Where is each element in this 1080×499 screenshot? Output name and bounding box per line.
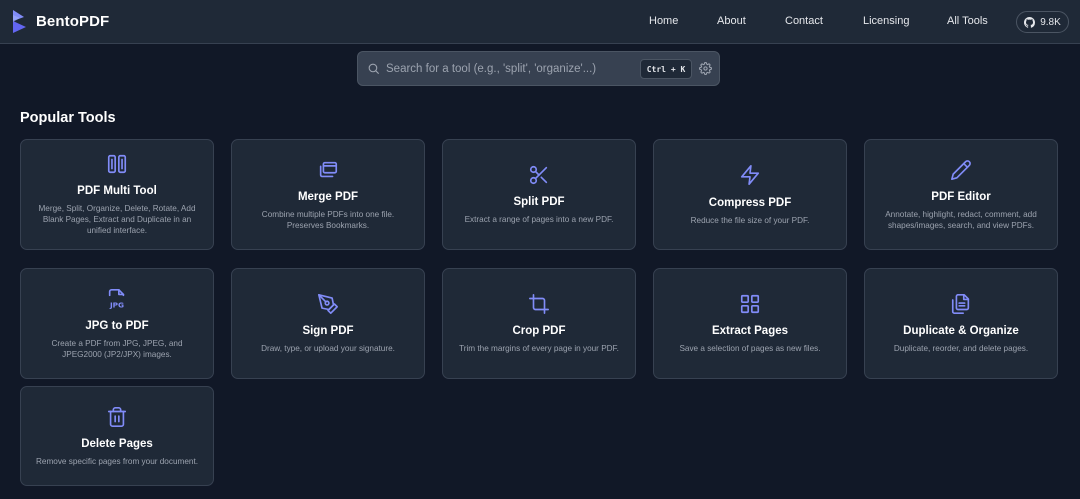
search-input[interactable]	[386, 60, 636, 78]
tool-description: Draw, type, or upload your signature.	[261, 344, 395, 353]
navbar: BentoPDF Home About Contact Licensing Al…	[0, 0, 1080, 44]
nav-licensing[interactable]: Licensing	[863, 15, 909, 27]
nav-home[interactable]: Home	[649, 15, 678, 27]
tool-description: Duplicate, reorder, and delete pages.	[893, 344, 1029, 353]
gear-icon[interactable]	[699, 62, 712, 75]
tool-card-crop-pdf[interactable]: Crop PDF Trim the margins of every page …	[442, 268, 636, 379]
brand[interactable]: BentoPDF	[13, 10, 109, 33]
nav-all-tools[interactable]: All Tools	[947, 15, 988, 27]
tool-description: Reduce the file size of your PDF.	[690, 216, 810, 225]
copy-icon	[319, 161, 338, 177]
tool-title: Extract Pages	[711, 325, 789, 337]
brand-name: BentoPDF	[36, 13, 110, 30]
grid-icon	[740, 294, 760, 314]
tool-title: Merge PDF	[297, 190, 359, 203]
tool-title: JPG to PDF	[85, 319, 149, 332]
search-icon	[368, 63, 379, 74]
tool-description: Create a PDF from JPG, JPEG, and JPEG200…	[51, 338, 183, 359]
tool-title: PDF Editor	[931, 190, 991, 203]
jpg-file-icon: JPG	[108, 288, 125, 309]
svg-text:JPG: JPG	[109, 300, 124, 309]
keyboard-shortcut-badge: Ctrl + K	[640, 59, 692, 79]
tool-title: Crop PDF	[512, 325, 566, 337]
tool-card-sign-pdf[interactable]: Sign PDF Draw, type, or upload your sign…	[231, 268, 425, 379]
pen-nib-icon	[318, 294, 338, 314]
github-stars-button[interactable]: 9.8K	[1016, 11, 1069, 33]
tool-card-pdf-editor[interactable]: PDF Editor Annotate, highlight, redact, …	[864, 139, 1058, 250]
tool-description: Save a selection of pages as new files.	[679, 344, 821, 353]
tool-card-delete-pages[interactable]: Delete Pages Remove specific pages from …	[20, 386, 214, 486]
github-icon	[1024, 16, 1036, 28]
tool-card-merge-pdf[interactable]: Merge PDF Combine multiple PDFs into one…	[231, 139, 425, 250]
trash-icon	[107, 406, 127, 427]
tool-card-split-pdf[interactable]: Split PDF Extract a range of pages into …	[442, 139, 636, 250]
tool-description: Merge, Split, Organize, Delete, Rotate, …	[38, 204, 196, 235]
tool-title: PDF Multi Tool	[77, 185, 157, 197]
scissors-icon	[529, 165, 548, 185]
files-icon	[951, 294, 970, 314]
tool-title: Sign PDF	[302, 325, 354, 337]
tool-title: Duplicate & Organize	[903, 325, 1019, 337]
tool-card-duplicate-organize[interactable]: Duplicate & Organize Duplicate, reorder,…	[864, 268, 1058, 379]
tool-search: Ctrl + K	[357, 51, 720, 86]
tool-title: Compress PDF	[708, 197, 792, 209]
nav-contact[interactable]: Contact	[785, 15, 823, 27]
crop-icon	[529, 294, 549, 314]
section-title: Popular Tools	[20, 110, 116, 126]
tool-card-extract-pages[interactable]: Extract Pages Save a selection of pages …	[653, 268, 847, 379]
tool-description: Annotate, highlight, redact, comment, ad…	[885, 209, 1037, 230]
tool-description: Trim the margins of every page in your P…	[459, 344, 619, 353]
tool-card-pdf-multi-tool[interactable]: PDF Multi Tool Merge, Split, Organize, D…	[20, 139, 214, 250]
tool-title: Split PDF	[513, 196, 565, 208]
tool-card-compress-pdf[interactable]: Compress PDF Reduce the file size of you…	[653, 139, 847, 250]
bento-logo-icon	[13, 10, 26, 33]
nav-about[interactable]: About	[717, 15, 746, 27]
tool-description: Extract a range of pages into a new PDF.	[464, 215, 614, 224]
tool-title: Delete Pages	[81, 437, 153, 450]
tool-description: Combine multiple PDFs into one file. Pre…	[261, 209, 395, 230]
tool-description: Remove specific pages from your document…	[35, 456, 198, 466]
github-stars-count: 9.8K	[1040, 16, 1061, 28]
tool-card-jpg-to-pdf[interactable]: JPG JPG to PDF Create a PDF from JPG, JP…	[20, 268, 214, 379]
zap-icon	[740, 165, 760, 185]
columns-icon	[107, 154, 127, 174]
pencil-icon	[951, 159, 971, 180]
